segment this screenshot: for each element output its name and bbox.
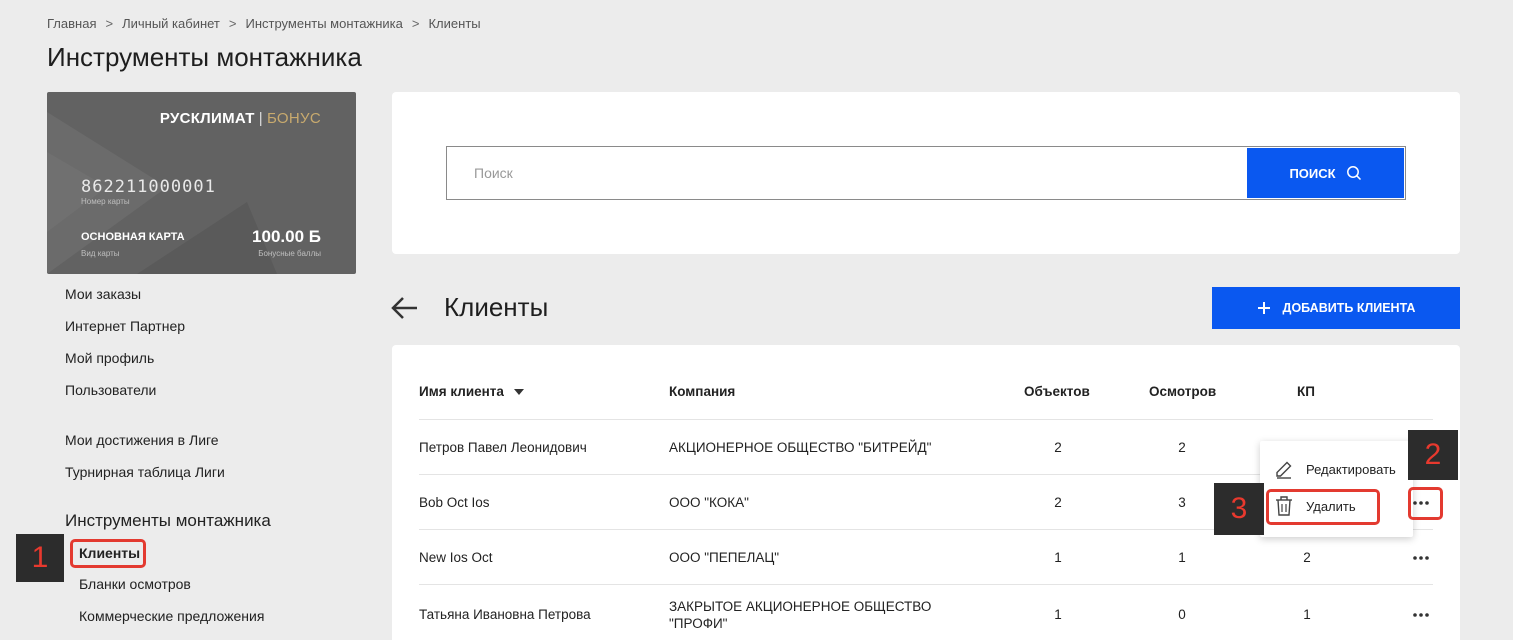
plus-icon (1257, 302, 1270, 314)
card-balance: 100.00 Б (252, 227, 321, 246)
cell-company-line2: "ПРОФИ" (669, 616, 728, 631)
cell-client-name: Bob Oct Ios (419, 495, 490, 510)
annotation-highlight-more-actions (1408, 487, 1443, 520)
annotation-step-3: 3 (1214, 483, 1264, 535)
cell-client-name: New Ios Oct (419, 550, 493, 565)
cell-objects: 2 (1054, 440, 1062, 455)
cell-company: ЗАКРЫТОЕ АКЦИОНЕРНОЕ ОБЩЕСТВО (669, 599, 932, 614)
cell-inspections: 2 (1178, 440, 1186, 455)
cell-company: ООО "ПЕПЕЛАЦ" (669, 550, 780, 565)
sidebar-item-internet-partner[interactable]: Интернет Партнер (65, 318, 185, 334)
sidebar-item-users[interactable]: Пользователи (65, 382, 156, 398)
page-title: Инструменты монтажника (47, 42, 362, 72)
card-balance-label: Бонусные баллы (258, 249, 321, 258)
add-client-button-label: ДОБАВИТЬ КЛИЕНТА (1282, 301, 1416, 315)
table-row[interactable]: New Ios Oct ООО "ПЕПЕЛАЦ" 1 1 2 (419, 529, 1433, 584)
card-type: ОСНОВНАЯ КАРТА (81, 231, 185, 243)
card-number: 862211000001 (81, 177, 216, 197)
cell-inspections: 3 (1178, 495, 1186, 510)
sidebar-item-profile[interactable]: Мой профиль (65, 350, 154, 366)
add-client-button[interactable]: ДОБАВИТЬ КЛИЕНТА (1212, 287, 1460, 329)
column-header-kp: КП (1297, 384, 1315, 399)
card-brand: РУСКЛИМАТ | БОНУС (160, 110, 321, 127)
cell-client-name: Татьяна Ивановна Петрова (419, 607, 591, 622)
annotation-step-2: 2 (1408, 430, 1458, 480)
cell-inspections: 0 (1178, 607, 1186, 622)
cell-kp: 2 (1303, 550, 1311, 565)
search-panel: ПОИСК (392, 92, 1460, 254)
sidebar-subitem-commercial-offers[interactable]: Коммерческие предложения (79, 608, 264, 624)
clients-title: Клиенты (444, 292, 549, 322)
annotation-step-1: 1 (16, 534, 64, 582)
cell-company: ООО "КОКА" (669, 495, 749, 510)
sidebar-item-league-table[interactable]: Турнирная таблица Лиги (65, 464, 225, 480)
search-box: ПОИСК (446, 146, 1406, 200)
pencil-icon (1276, 461, 1292, 479)
search-icon (1346, 166, 1361, 181)
cell-objects: 2 (1054, 495, 1062, 510)
search-input[interactable] (447, 147, 1245, 199)
sidebar-section-title: Инструменты монтажника (65, 511, 271, 530)
search-button[interactable]: ПОИСК (1247, 148, 1404, 198)
column-header-name[interactable]: Имя клиента (419, 384, 524, 399)
column-header-objects: Объектов (1024, 384, 1090, 399)
sidebar-subitem-inspection-forms[interactable]: Бланки осмотров (79, 576, 191, 592)
annotation-highlight-delete (1266, 489, 1380, 525)
cell-company: АКЦИОНЕРНОЕ ОБЩЕСТВО "БИТРЕЙД" (669, 440, 932, 455)
breadcrumb-separator: > (228, 16, 237, 31)
cell-client-name: Петров Павел Леонидович (419, 440, 587, 455)
cell-inspections: 1 (1178, 550, 1186, 565)
menu-item-edit-label: Редактировать (1306, 461, 1396, 477)
column-header-inspections: Осмотров (1149, 384, 1217, 399)
back-arrow-icon[interactable] (391, 295, 419, 321)
card-number-label: Номер карты (81, 197, 130, 206)
more-actions-icon[interactable] (1411, 550, 1431, 566)
breadcrumb-item-tools[interactable]: Инструменты монтажника (245, 16, 402, 31)
search-button-label: ПОИСК (1289, 165, 1336, 181)
breadcrumb-separator: > (105, 16, 114, 31)
menu-item-edit[interactable]: Редактировать (1274, 459, 1396, 479)
cell-objects: 1 (1054, 607, 1062, 622)
breadcrumb-separator: > (411, 16, 420, 31)
column-header-name-label: Имя клиента (419, 384, 504, 399)
sidebar-item-orders[interactable]: Мои заказы (65, 286, 141, 302)
annotation-highlight-clients (70, 539, 146, 568)
bonus-card: РУСКЛИМАТ | БОНУС 862211000001 Номер карты… (47, 92, 356, 274)
breadcrumb-item-home[interactable]: Главная (47, 16, 96, 31)
sidebar-item-achievements[interactable]: Мои достижения в Лиге (65, 432, 219, 448)
table-row[interactable]: Татьяна Ивановна Петрова ЗАКРЫТОЕ АКЦИОН… (419, 584, 1433, 640)
breadcrumb-item-current: Клиенты (428, 16, 481, 31)
more-actions-icon[interactable] (1411, 607, 1431, 623)
sort-down-icon (513, 388, 524, 395)
breadcrumb-item-account[interactable]: Личный кабинет (122, 16, 220, 31)
card-brand-pipe: | (258, 110, 263, 127)
column-header-company: Компания (669, 384, 736, 399)
card-brand-name: РУСКЛИМАТ (159, 110, 255, 127)
card-type-label: Вид карты (81, 249, 120, 258)
card-brand-suffix: БОНУС (266, 110, 321, 127)
breadcrumb: Главная > Личный кабинет > Инструменты м… (47, 16, 481, 31)
cell-kp: 1 (1303, 607, 1311, 622)
cell-objects: 1 (1054, 550, 1062, 565)
